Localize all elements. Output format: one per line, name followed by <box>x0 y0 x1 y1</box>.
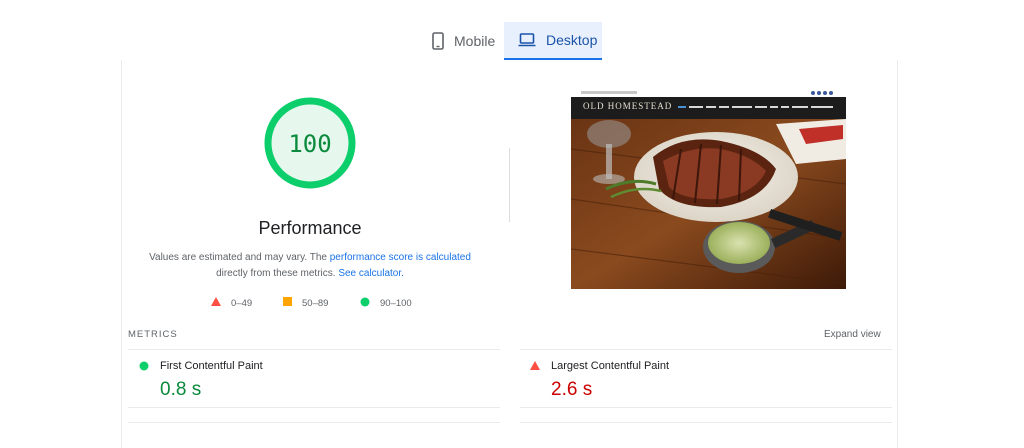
site-nav-link <box>811 106 833 108</box>
twitter-icon <box>817 91 821 95</box>
device-tabs: Mobile Desktop <box>418 22 602 60</box>
tab-mobile[interactable]: Mobile <box>418 22 504 60</box>
mobile-phone-icon <box>432 32 444 50</box>
legend-average: 50–89 <box>283 297 328 309</box>
site-topbar <box>571 89 846 97</box>
divider <box>128 407 500 408</box>
column-divider <box>509 148 510 222</box>
site-nav-links <box>678 106 833 108</box>
legend-poor: 0–49 <box>211 297 252 309</box>
legend-average-label: 50–89 <box>302 297 329 309</box>
page-screenshot: OLD HOMESTEAD <box>571 89 846 289</box>
legend-poor-label: 0–49 <box>231 297 253 309</box>
divider <box>128 422 500 423</box>
site-nav-link <box>732 106 752 108</box>
site-brand-logo: OLD HOMESTEAD <box>583 101 673 111</box>
square-icon <box>283 297 292 309</box>
performance-score: 100 <box>288 130 332 158</box>
performance-description: Values are estimated and may vary. The p… <box>140 250 480 282</box>
expand-view-button[interactable]: Expand view <box>824 329 881 340</box>
metric-lcp-value: 2.6 s <box>551 379 593 400</box>
site-topbar-text <box>581 91 637 94</box>
divider <box>520 422 892 423</box>
poor-triangle-icon <box>530 361 540 370</box>
desc-text-1: Values are estimated and may vary. The <box>149 252 330 263</box>
metric-lcp-name: Largest Contentful Paint <box>551 360 670 372</box>
steak-photo <box>571 119 846 289</box>
performance-score-link[interactable]: performance score is calculated <box>330 252 471 263</box>
circle-icon <box>360 297 370 310</box>
metric-fcp-value: 0.8 s <box>160 379 202 400</box>
site-nav-link <box>792 106 808 108</box>
instagram-icon <box>823 91 827 95</box>
legend-good-label: 90–100 <box>380 298 412 309</box>
laptop-icon <box>518 33 536 47</box>
tab-mobile-label: Mobile <box>454 33 496 49</box>
site-nav-link <box>689 106 703 108</box>
good-circle-icon <box>139 361 149 371</box>
divider <box>520 407 892 408</box>
tab-desktop[interactable]: Desktop <box>504 22 602 60</box>
site-nav-link <box>770 106 778 108</box>
site-nav-link <box>678 106 686 108</box>
metric-fcp-name: First Contentful Paint <box>160 360 263 372</box>
divider <box>128 349 500 350</box>
divider <box>520 349 892 350</box>
performance-title: Performance <box>258 218 362 238</box>
desc-text-2: directly from these metrics. <box>216 268 339 279</box>
tab-desktop-label: Desktop <box>546 32 598 48</box>
metrics-header: METRICS <box>128 329 178 340</box>
facebook-icon <box>811 91 815 95</box>
site-nav-link <box>781 106 789 108</box>
see-calculator-link[interactable]: See calculator. <box>338 268 404 279</box>
site-nav-link <box>755 106 767 108</box>
site-nav-link <box>719 106 729 108</box>
email-icon <box>829 91 833 95</box>
site-nav-link <box>706 106 716 108</box>
legend-good: 90–100 <box>360 297 412 310</box>
triangle-icon <box>211 297 221 309</box>
